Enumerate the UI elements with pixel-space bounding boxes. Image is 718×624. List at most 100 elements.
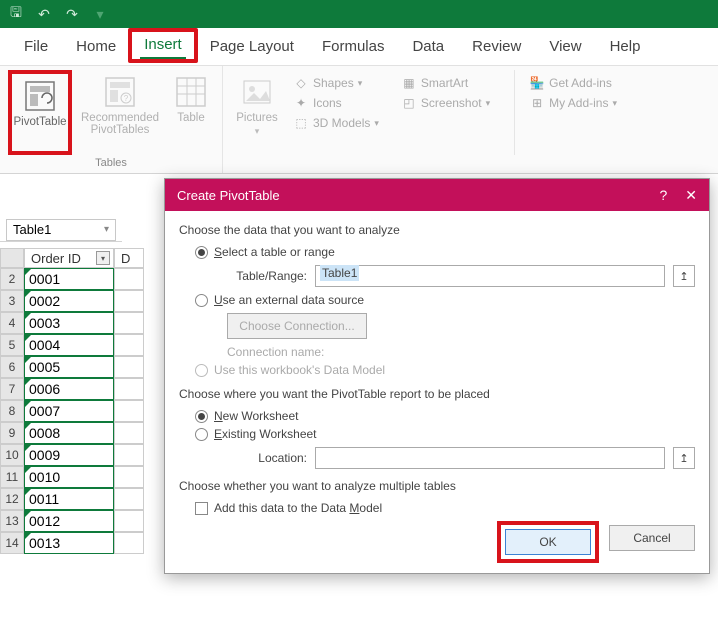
tab-home[interactable]: Home bbox=[62, 30, 130, 65]
row-header[interactable]: 12 bbox=[0, 488, 24, 510]
pictures-button[interactable]: Pictures ▾ bbox=[231, 70, 283, 155]
undo-icon[interactable]: ↶ bbox=[34, 6, 54, 23]
column-header-orderid[interactable]: Order ID ▾ bbox=[24, 248, 114, 268]
name-box-value: Table1 bbox=[13, 222, 51, 237]
cell[interactable] bbox=[114, 334, 144, 356]
cell-orderid[interactable]: 0012 bbox=[24, 510, 114, 532]
tab-review[interactable]: Review bbox=[458, 30, 535, 65]
option-select-table-range[interactable]: Select a table or range bbox=[195, 245, 695, 259]
cell-orderid[interactable]: 0013 bbox=[24, 532, 114, 554]
row-header[interactable]: 4 bbox=[0, 312, 24, 334]
redo-icon[interactable]: ↷ bbox=[62, 6, 82, 23]
option-external-source[interactable]: Use an external data source bbox=[195, 293, 695, 307]
recommended-pivottables-button[interactable]: ? Recommended PivotTables bbox=[78, 70, 162, 155]
smartart-button[interactable]: ▦SmartArt bbox=[397, 74, 494, 92]
table-button[interactable]: Table bbox=[168, 70, 214, 155]
row-header[interactable]: 11 bbox=[0, 466, 24, 488]
save-icon[interactable]: 🖫 bbox=[6, 2, 26, 26]
column-header-2[interactable]: D bbox=[114, 248, 144, 268]
icons-button[interactable]: ✦Icons bbox=[289, 94, 383, 112]
table-row: 100009 bbox=[0, 444, 160, 466]
cancel-button[interactable]: Cancel bbox=[609, 525, 695, 551]
cell-orderid[interactable]: 0001 bbox=[24, 268, 114, 290]
cell[interactable] bbox=[114, 378, 144, 400]
cell-orderid[interactable]: 0002 bbox=[24, 290, 114, 312]
row-header[interactable]: 13 bbox=[0, 510, 24, 532]
collapse-dialog-icon[interactable]: ↥ bbox=[673, 447, 695, 469]
row-header[interactable]: 7 bbox=[0, 378, 24, 400]
pictures-label: Pictures bbox=[236, 112, 278, 124]
error-indicator-icon bbox=[25, 379, 31, 385]
tab-insert[interactable]: Insert bbox=[128, 28, 198, 63]
screenshot-button[interactable]: ◰Screenshot ▾ bbox=[397, 94, 494, 112]
cell[interactable] bbox=[114, 466, 144, 488]
chevron-down-icon[interactable]: ▾ bbox=[104, 224, 109, 235]
radio-icon bbox=[195, 428, 208, 441]
table-row: 80007 bbox=[0, 400, 160, 422]
cube-icon: ⬚ bbox=[293, 116, 309, 130]
tab-view[interactable]: View bbox=[535, 30, 595, 65]
cell-orderid[interactable]: 0008 bbox=[24, 422, 114, 444]
name-box[interactable]: Table1 ▾ bbox=[6, 219, 116, 241]
my-addins-button[interactable]: ⊞My Add-ins ▾ bbox=[525, 94, 621, 112]
cell[interactable] bbox=[114, 290, 144, 312]
table-row: 90008 bbox=[0, 422, 160, 444]
chevron-down-icon: ▾ bbox=[612, 98, 617, 109]
cell[interactable] bbox=[114, 422, 144, 444]
collapse-dialog-icon[interactable]: ↥ bbox=[673, 265, 695, 287]
table-row: 40003 bbox=[0, 312, 160, 334]
spreadsheet-grid: Order ID ▾ D 200013000240003500046000570… bbox=[0, 248, 160, 554]
row-header[interactable]: 5 bbox=[0, 334, 24, 356]
cell[interactable] bbox=[114, 444, 144, 466]
cell-orderid[interactable]: 0003 bbox=[24, 312, 114, 334]
option-new-worksheet[interactable]: New Worksheet bbox=[195, 409, 695, 423]
row-header[interactable]: 6 bbox=[0, 356, 24, 378]
cell[interactable] bbox=[114, 532, 144, 554]
tab-formulas[interactable]: Formulas bbox=[308, 30, 399, 65]
row-header[interactable]: 9 bbox=[0, 422, 24, 444]
cell-orderid[interactable]: 0011 bbox=[24, 488, 114, 510]
cell[interactable] bbox=[114, 400, 144, 422]
row-header[interactable]: 8 bbox=[0, 400, 24, 422]
row-header[interactable]: 2 bbox=[0, 268, 24, 290]
help-icon[interactable]: ? bbox=[659, 187, 667, 203]
location-input[interactable] bbox=[315, 447, 665, 469]
cell-orderid[interactable]: 0004 bbox=[24, 334, 114, 356]
option-add-to-data-model[interactable]: Add this data to the Data Model bbox=[195, 501, 695, 515]
ok-button[interactable]: OK bbox=[505, 529, 591, 555]
close-icon[interactable]: ✕ bbox=[685, 187, 697, 204]
pictures-icon bbox=[239, 74, 275, 110]
qat-dropdown-icon[interactable]: ▾ bbox=[90, 6, 110, 23]
cell[interactable] bbox=[114, 312, 144, 334]
cell-orderid[interactable]: 0005 bbox=[24, 356, 114, 378]
select-all-corner[interactable] bbox=[0, 248, 24, 268]
choose-connection-button[interactable]: Choose Connection... bbox=[227, 313, 367, 339]
pivottable-button[interactable]: PivotTable bbox=[8, 70, 72, 155]
cell-orderid[interactable]: 0006 bbox=[24, 378, 114, 400]
cell-orderid[interactable]: 0009 bbox=[24, 444, 114, 466]
cell[interactable] bbox=[114, 488, 144, 510]
cell[interactable] bbox=[114, 510, 144, 532]
option-existing-worksheet[interactable]: Existing Worksheet bbox=[195, 427, 695, 441]
shapes-button[interactable]: ◇Shapes ▾ bbox=[289, 74, 383, 92]
table-row: 60005 bbox=[0, 356, 160, 378]
tab-file[interactable]: File bbox=[10, 30, 62, 65]
filter-dropdown-icon[interactable]: ▾ bbox=[96, 251, 110, 265]
row-header[interactable]: 10 bbox=[0, 444, 24, 466]
row-header[interactable]: 14 bbox=[0, 532, 24, 554]
error-indicator-icon bbox=[25, 511, 31, 517]
cell-orderid[interactable]: 0010 bbox=[24, 466, 114, 488]
tab-help[interactable]: Help bbox=[596, 30, 655, 65]
table-range-input[interactable]: Table1 bbox=[315, 265, 665, 287]
tab-page-layout[interactable]: Page Layout bbox=[196, 30, 308, 65]
get-addins-button[interactable]: 🏪Get Add-ins bbox=[525, 74, 621, 92]
cell[interactable] bbox=[114, 268, 144, 290]
smartart-icon: ▦ bbox=[401, 76, 417, 90]
cell[interactable] bbox=[114, 356, 144, 378]
dialog-titlebar[interactable]: Create PivotTable ? ✕ bbox=[165, 179, 709, 211]
table-label: Table bbox=[177, 112, 205, 124]
3d-models-button[interactable]: ⬚3D Models ▾ bbox=[289, 114, 383, 132]
cell-orderid[interactable]: 0007 bbox=[24, 400, 114, 422]
row-header[interactable]: 3 bbox=[0, 290, 24, 312]
tab-data[interactable]: Data bbox=[398, 30, 458, 65]
